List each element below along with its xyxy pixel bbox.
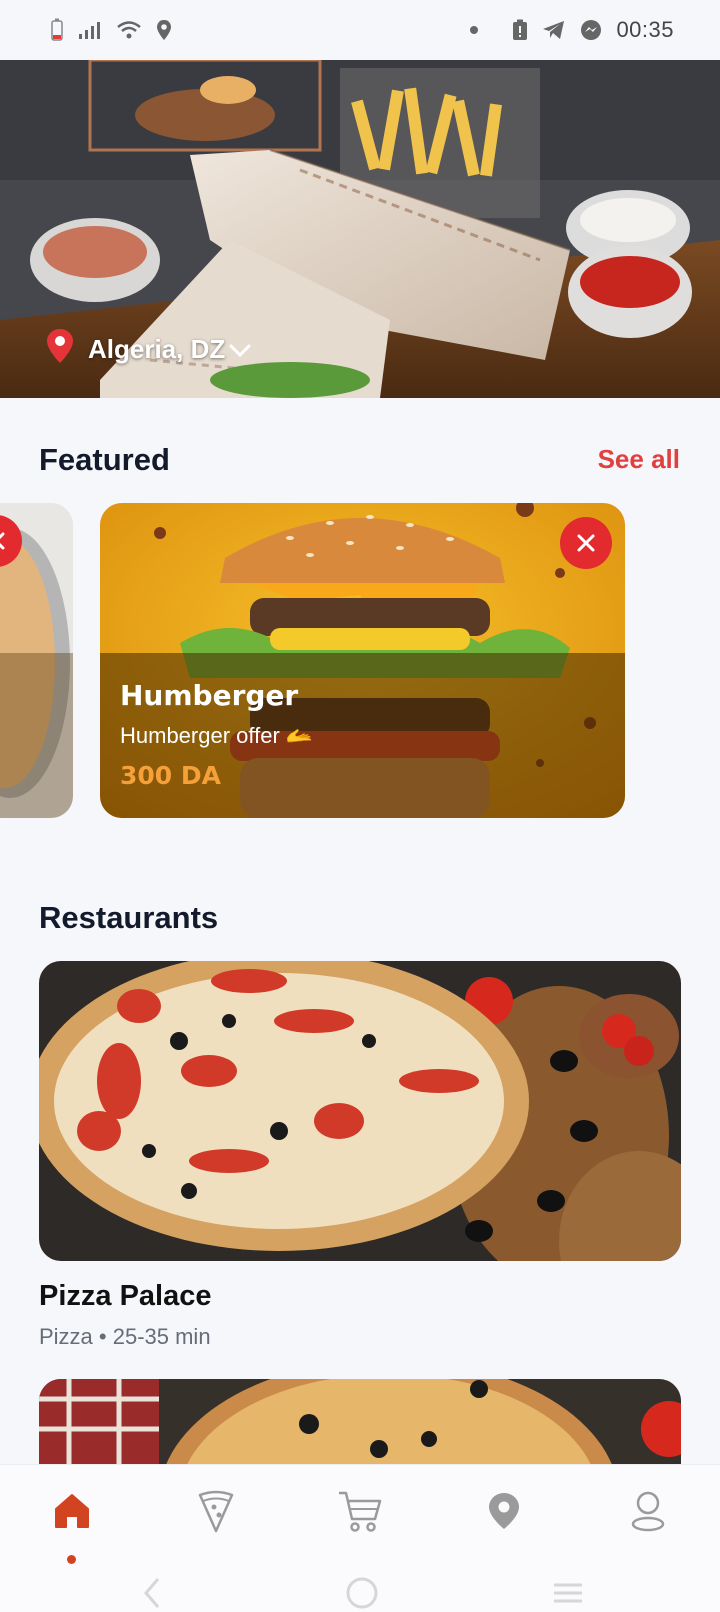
location-pin-icon [156, 19, 172, 41]
status-time: 00:35 [616, 17, 674, 42]
status-bar: 00:35 [0, 0, 720, 60]
card-subtitle: Humberger offer 🫴 [120, 723, 314, 748]
cart-icon [339, 1491, 382, 1532]
battery-low-icon [50, 18, 64, 42]
status-left-icons [50, 18, 172, 42]
signal-icon [78, 20, 102, 40]
active-indicator [67, 1555, 76, 1564]
nav-cart[interactable] [332, 1483, 388, 1539]
status-right-icons: 00:35 [468, 17, 674, 43]
nav-menu[interactable] [188, 1483, 244, 1539]
restaurant-card-image[interactable] [39, 1379, 681, 1464]
messenger-icon [580, 19, 602, 41]
card-title: Humberger [120, 679, 299, 712]
pizza-photo [39, 961, 681, 1261]
dot-icon [468, 24, 480, 36]
telegram-icon [542, 19, 566, 41]
remove-button[interactable] [560, 517, 612, 569]
pizza-slice-icon [198, 1490, 234, 1533]
location-label: Algeria, DZ [88, 334, 226, 364]
card-price: 300 DA [120, 761, 221, 790]
battery-alert-icon [512, 19, 528, 41]
restaurant-card-image[interactable] [39, 961, 681, 1261]
system-menu-icon[interactable] [550, 1575, 586, 1611]
close-icon [577, 534, 595, 552]
home-icon [55, 1494, 89, 1528]
featured-title: Featured [39, 442, 170, 477]
location-selector[interactable]: Algeria, DZ [46, 328, 251, 371]
bottom-nav [0, 1464, 720, 1612]
restaurants-title: Restaurants [39, 900, 219, 935]
location-pin-icon [46, 328, 74, 371]
location-pin-icon [489, 1493, 519, 1529]
system-home-icon[interactable] [344, 1575, 380, 1611]
nav-profile[interactable] [620, 1483, 676, 1539]
featured-card[interactable]: Humberger Humberger offer 🫴 300 DA [100, 503, 625, 818]
featured-card-partial[interactable] [0, 503, 73, 818]
close-icon [0, 532, 5, 550]
system-back-icon[interactable] [140, 1575, 164, 1611]
see-all-link[interactable]: See all [598, 444, 680, 475]
nav-location[interactable] [476, 1483, 532, 1539]
restaurant-meta: Pizza • 25-35 min [39, 1324, 211, 1349]
nav-home[interactable] [44, 1483, 100, 1539]
hero-image: Algeria, DZ [0, 60, 720, 398]
profile-icon [631, 1491, 665, 1532]
chevron-down-icon [229, 334, 251, 365]
restaurant-name[interactable]: Pizza Palace [39, 1280, 212, 1313]
mushroom-pizza-photo [39, 1379, 681, 1464]
wifi-icon [116, 20, 142, 40]
